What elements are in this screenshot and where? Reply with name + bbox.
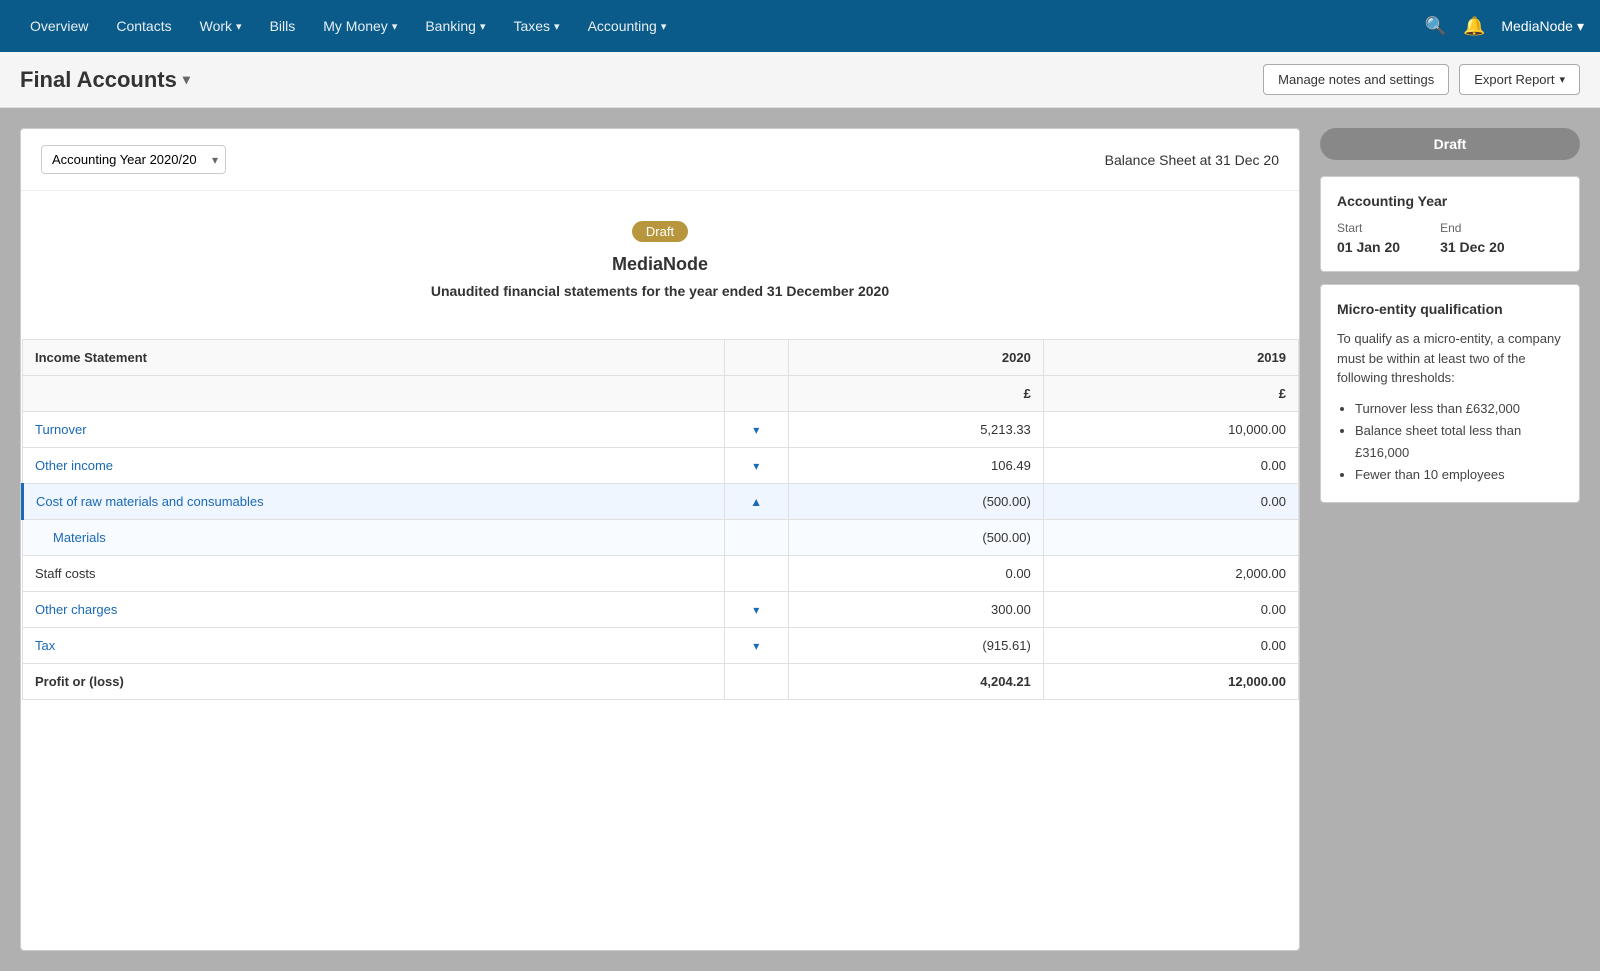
value-2019: 12,000.00 [1043,664,1298,700]
table-row: Other income ▾ 106.490.00 [23,448,1299,484]
table-row: Turnover ▾ 5,213.3310,000.00 [23,412,1299,448]
start-date-value: 01 Jan 20 [1337,239,1400,255]
draft-badge: Draft [632,221,688,242]
nav-work[interactable]: Work ▾ [186,0,256,52]
company-name: MediaNode [61,254,1259,275]
row-label: Profit or (loss) [23,664,725,700]
micro-entity-card: Micro-entity qualification To qualify as… [1320,284,1580,503]
income-statement-table: Income Statement 2020 2019 £ £ Turnover ▾… [21,339,1299,700]
user-menu[interactable]: MediaNode ▾ [1501,18,1584,35]
value-2019: 0.00 [1043,592,1298,628]
table-row: Tax ▾ (915.61)0.00 [23,628,1299,664]
row-label-link[interactable]: Cost of raw materials and consumables [36,494,264,509]
nav-banking[interactable]: Banking ▾ [411,0,499,52]
value-2020: (500.00) [788,520,1043,556]
taxes-chevron-icon: ▾ [554,20,560,33]
report-header: Draft MediaNode Unaudited financial stat… [21,191,1299,339]
nav-mymoney[interactable]: My Money ▾ [309,0,411,52]
right-sidebar: Draft Accounting Year Start 01 Jan 20 En… [1320,128,1580,951]
accounting-chevron-icon: ▾ [661,20,667,33]
end-date-col: End 31 Dec 20 [1440,221,1505,255]
main-layout: Accounting Year 2020/20 Balance Sheet at… [0,108,1600,971]
value-2020: 300.00 [788,592,1043,628]
report-top-bar: Accounting Year 2020/20 Balance Sheet at… [21,129,1299,191]
balance-sheet-label: Balance Sheet at 31 Dec 20 [1105,152,1279,168]
banking-chevron-icon: ▾ [480,20,486,33]
micro-entity-title: Micro-entity qualification [1337,301,1563,317]
value-2019: 10,000.00 [1043,412,1298,448]
col-header-2020: 2020 [788,340,1043,376]
sidebar-draft-label: Draft [1320,128,1580,160]
table-row: Profit or (loss) 4,204.2112,000.00 [23,664,1299,700]
start-date-col: Start 01 Jan 20 [1337,221,1400,255]
table-header-row: Income Statement 2020 2019 [23,340,1299,376]
mymoney-chevron-icon: ▾ [392,20,398,33]
value-2020: 0.00 [788,556,1043,592]
value-2019: 0.00 [1043,484,1298,520]
threshold-3: Fewer than 10 employees [1355,464,1563,486]
export-chevron-icon: ▾ [1559,73,1565,86]
currency-2019: £ [1043,376,1298,412]
sub-header: Final Accounts ▾ Manage notes and settin… [0,52,1600,108]
table-row: Staff costs 0.002,000.00 [23,556,1299,592]
row-label-link[interactable]: Other charges [35,602,117,617]
expand-icon[interactable]: ▾ [753,603,759,617]
expand-icon[interactable]: ▾ [753,459,759,473]
table-row: Cost of raw materials and consumables ▲ (5… [23,484,1299,520]
user-chevron-icon: ▾ [1577,18,1584,35]
value-2020: 106.49 [788,448,1043,484]
col-header-expand [724,340,788,376]
row-label-link[interactable]: Other income [35,458,113,473]
work-chevron-icon: ▾ [236,20,242,33]
title-chevron-icon: ▾ [183,71,190,88]
row-label: Staff costs [23,556,725,592]
micro-entity-description: To qualify as a micro-entity, a company … [1337,329,1563,388]
start-label: Start [1337,221,1400,235]
table-currency-row: £ £ [23,376,1299,412]
accounting-year-dates: Start 01 Jan 20 End 31 Dec 20 [1337,221,1563,255]
currency-2020: £ [788,376,1043,412]
nav-accounting[interactable]: Accounting ▾ [574,0,681,52]
search-icon[interactable]: 🔍 [1425,16,1447,37]
manage-notes-button[interactable]: Manage notes and settings [1263,64,1449,95]
col-header-2019: 2019 [1043,340,1298,376]
export-report-button[interactable]: Export Report ▾ [1459,64,1580,95]
table-row: Materials (500.00) [23,520,1299,556]
accounting-year-card: Accounting Year Start 01 Jan 20 End 31 D… [1320,176,1580,272]
value-2019: 2,000.00 [1043,556,1298,592]
row-label-link[interactable]: Tax [35,638,55,653]
value-2019: 0.00 [1043,448,1298,484]
bell-icon[interactable]: 🔔 [1463,16,1485,37]
end-date-value: 31 Dec 20 [1440,239,1505,255]
value-2020: (915.61) [788,628,1043,664]
nav-overview[interactable]: Overview [16,0,102,52]
page-title: Final Accounts ▾ [20,67,190,93]
value-2019 [1043,520,1298,556]
year-selector-wrap: Accounting Year 2020/20 [41,145,226,174]
col-header-label: Income Statement [23,340,725,376]
nav-taxes[interactable]: Taxes ▾ [499,0,573,52]
threshold-2: Balance sheet total less than £316,000 [1355,420,1563,464]
year-selector[interactable]: Accounting Year 2020/20 [41,145,226,174]
accounting-year-title: Accounting Year [1337,193,1563,209]
collapse-icon[interactable]: ▲ [750,495,762,509]
expand-icon[interactable]: ▾ [753,639,759,653]
value-2020: 4,204.21 [788,664,1043,700]
nav-bills[interactable]: Bills [256,0,310,52]
table-row: Other charges ▾ 300.000.00 [23,592,1299,628]
row-label-link[interactable]: Turnover [35,422,87,437]
value-2020: (500.00) [788,484,1043,520]
value-2019: 0.00 [1043,628,1298,664]
micro-entity-thresholds: Turnover less than £632,000 Balance shee… [1337,398,1563,486]
financial-statement-title: Unaudited financial statements for the y… [61,283,1259,299]
row-label-link[interactable]: Materials [53,530,106,545]
nav-contacts[interactable]: Contacts [102,0,185,52]
threshold-1: Turnover less than £632,000 [1355,398,1563,420]
end-label: End [1440,221,1505,235]
top-navigation: Overview Contacts Work ▾ Bills My Money … [0,0,1600,52]
report-panel: Accounting Year 2020/20 Balance Sheet at… [20,128,1300,951]
expand-icon[interactable]: ▾ [753,423,759,437]
value-2020: 5,213.33 [788,412,1043,448]
